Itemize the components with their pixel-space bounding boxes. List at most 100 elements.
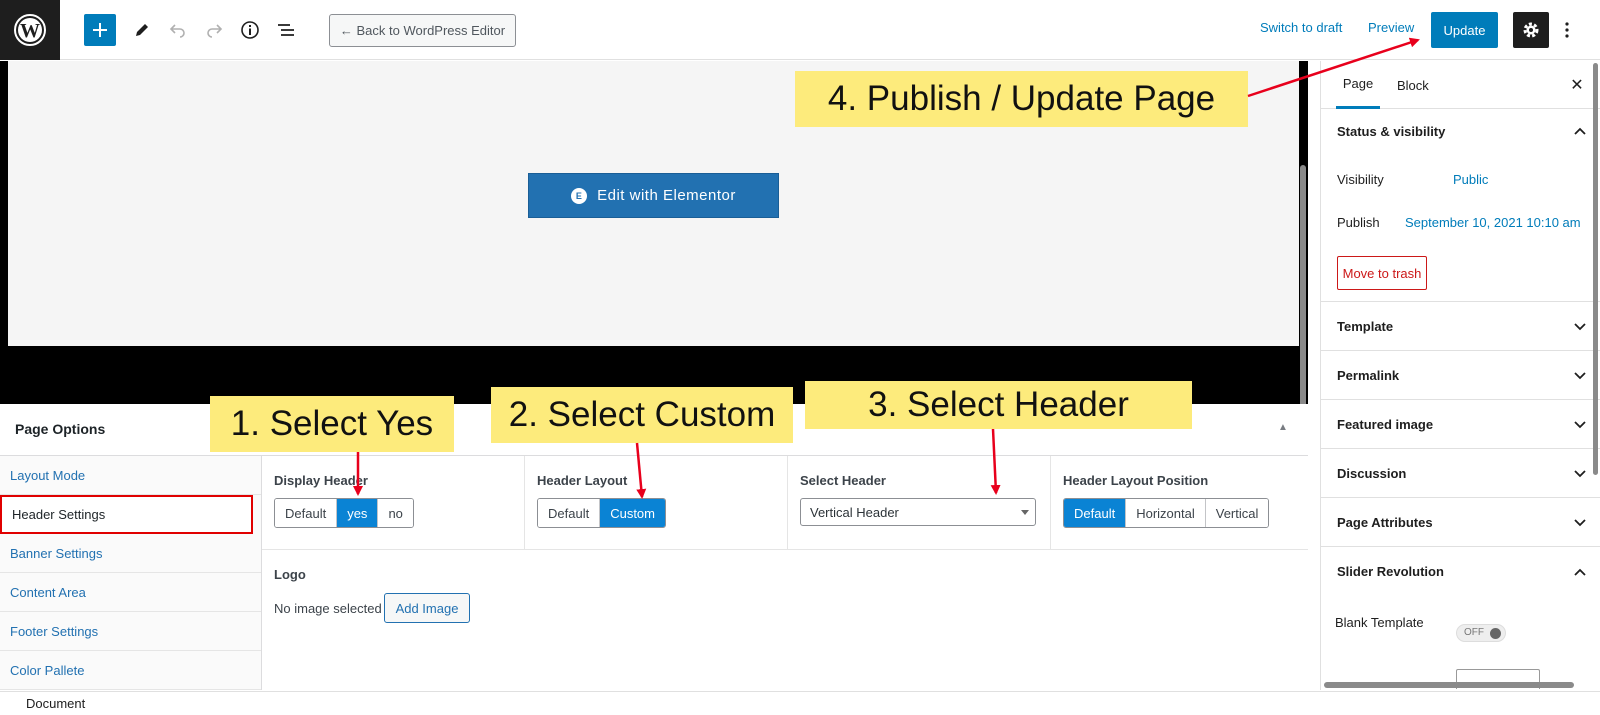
switch-to-draft-button[interactable]: Switch to draft	[1260, 20, 1342, 35]
slider-revolution-title[interactable]: Slider Revolution	[1337, 564, 1444, 579]
toggle-knob	[1490, 628, 1501, 639]
header-layout-position-options: Default Horizontal Vertical	[1063, 498, 1270, 528]
nav-content-area[interactable]: Content Area	[0, 573, 261, 612]
callout-step-2: 2. Select Custom	[491, 387, 793, 443]
status-visibility-title[interactable]: Status & visibility	[1337, 124, 1445, 139]
header-layout-position-field: Header Layout Position Default Horizonta…	[1051, 456, 1308, 550]
settings-sidebar: Page Block ✕ Status & visibility Visibil…	[1320, 61, 1600, 690]
details-button[interactable]	[234, 14, 266, 46]
editor-top-toolbar: W ← Back to WordPress Editor Switch to d…	[0, 0, 1600, 60]
chevron-down-icon	[1574, 421, 1586, 429]
template-panel[interactable]: Template	[1321, 302, 1600, 351]
select-header-dropdown[interactable]: Vertical Header	[800, 498, 1036, 526]
collapse-toggle-icon[interactable]: ▲	[1278, 422, 1288, 433]
page-options-nav: Layout Mode Header Settings Banner Setti…	[0, 456, 262, 690]
elementor-logo-icon: E	[571, 187, 588, 204]
display-header-options: Default yes no	[274, 498, 414, 528]
back-to-wordpress-editor-button[interactable]: ← Back to WordPress Editor	[329, 14, 516, 47]
featured-image-panel[interactable]: Featured image	[1321, 400, 1600, 449]
svg-text:W: W	[20, 20, 40, 42]
chevron-up-icon[interactable]	[1573, 565, 1587, 579]
permalink-panel[interactable]: Permalink	[1321, 351, 1600, 400]
toggle-state-text: OFF	[1464, 627, 1484, 638]
chevron-down-icon	[1574, 372, 1586, 380]
list-view-icon	[278, 24, 294, 36]
nav-layout-mode[interactable]: Layout Mode	[0, 456, 261, 495]
info-icon	[241, 21, 259, 39]
preview-button[interactable]: Preview	[1368, 20, 1414, 35]
undo-button[interactable]	[162, 14, 194, 46]
edit-with-elementor-label: Edit with Elementor	[597, 187, 736, 204]
chevron-down-icon	[1574, 519, 1586, 527]
callout-step-1: 1. Select Yes	[210, 396, 454, 452]
page-attributes-panel[interactable]: Page Attributes	[1321, 498, 1600, 547]
edit-tools-button[interactable]	[126, 14, 158, 46]
publish-label: Publish	[1337, 215, 1380, 230]
nav-header-settings[interactable]: Header Settings	[0, 495, 253, 534]
select-header-field: Select Header Vertical Header	[788, 456, 1051, 550]
redo-button[interactable]	[198, 14, 230, 46]
display-header-field: Display Header Default yes no	[262, 456, 525, 550]
add-block-button[interactable]	[84, 14, 116, 46]
header-settings-panel: Display Header Default yes no Header Lay…	[262, 456, 1308, 690]
visibility-value-link[interactable]: Public	[1453, 172, 1488, 187]
callout-step-3: 3. Select Header	[805, 381, 1192, 429]
display-header-yes-button[interactable]: yes	[337, 499, 379, 527]
position-vertical-button[interactable]: Vertical	[1205, 499, 1269, 527]
position-default-button[interactable]: Default	[1064, 499, 1127, 527]
nav-banner-settings[interactable]: Banner Settings	[0, 534, 261, 573]
display-header-no-button[interactable]: no	[378, 499, 413, 527]
sidebar-vertical-scrollbar[interactable]	[1593, 63, 1598, 475]
callout-step-4: 4. Publish / Update Page	[795, 71, 1248, 127]
wordpress-logo-icon[interactable]: W	[0, 0, 60, 60]
undo-icon	[169, 24, 185, 38]
breadcrumb-document[interactable]: Document	[26, 696, 85, 711]
update-button[interactable]: Update	[1431, 12, 1498, 48]
chevron-down-icon	[1574, 470, 1586, 478]
pencil-icon	[136, 24, 148, 36]
more-options-button[interactable]	[1558, 14, 1576, 46]
sidebar-tabs: Page Block ✕	[1321, 61, 1600, 109]
add-image-button[interactable]: Add Image	[384, 593, 470, 623]
close-icon[interactable]: ✕	[1567, 75, 1587, 95]
page-options-title: Page Options	[15, 421, 106, 437]
block-breadcrumb-bar: Document	[0, 691, 1600, 715]
featured-image-panel-title: Featured image	[1337, 417, 1434, 432]
display-header-label: Display Header	[274, 473, 368, 488]
header-layout-custom-button[interactable]: Custom	[600, 499, 665, 527]
visibility-label: Visibility	[1337, 172, 1384, 187]
kebab-menu-icon	[1565, 22, 1569, 38]
tab-block[interactable]: Block	[1397, 61, 1429, 109]
gear-icon	[1523, 22, 1539, 38]
select-header-value: Vertical Header	[810, 504, 899, 520]
discussion-panel[interactable]: Discussion	[1321, 449, 1600, 498]
blank-template-label: Blank Template	[1335, 615, 1424, 630]
chevron-down-icon	[1574, 323, 1586, 331]
permalink-panel-title: Permalink	[1337, 368, 1400, 383]
nav-color-pallete[interactable]: Color Pallete	[0, 651, 261, 690]
chevron-up-icon[interactable]	[1573, 124, 1587, 138]
no-image-selected-text: No image selected	[274, 601, 382, 616]
tab-page[interactable]: Page	[1336, 61, 1380, 109]
page-attributes-panel-title: Page Attributes	[1337, 515, 1433, 530]
header-layout-field: Header Layout Default Custom	[525, 456, 788, 550]
position-horizontal-button[interactable]: Horizontal	[1126, 499, 1206, 527]
page-options-metabox: Page Options ▲ Layout Mode Header Settin…	[0, 404, 1308, 690]
edit-with-elementor-button[interactable]: E Edit with Elementor	[528, 173, 779, 218]
header-layout-default-button[interactable]: Default	[538, 499, 601, 527]
plus-icon	[93, 23, 107, 37]
caret-down-icon	[1021, 510, 1029, 515]
settings-button[interactable]	[1513, 12, 1549, 48]
publish-date-link[interactable]: September 10, 2021 10:10 am	[1405, 215, 1581, 230]
display-header-default-button[interactable]: Default	[275, 499, 338, 527]
discussion-panel-title: Discussion	[1337, 466, 1407, 481]
move-to-trash-button[interactable]: Move to trash	[1337, 256, 1427, 290]
list-view-button[interactable]	[270, 14, 302, 46]
sidebar-horizontal-scrollbar[interactable]	[1324, 682, 1574, 688]
header-layout-label: Header Layout	[537, 473, 628, 488]
blank-template-toggle[interactable]: OFF	[1456, 624, 1506, 642]
header-fields-row: Display Header Default yes no Header Lay…	[262, 456, 1308, 550]
redo-icon	[207, 24, 223, 38]
nav-footer-settings[interactable]: Footer Settings	[0, 612, 261, 651]
logo-label: Logo	[274, 567, 306, 582]
